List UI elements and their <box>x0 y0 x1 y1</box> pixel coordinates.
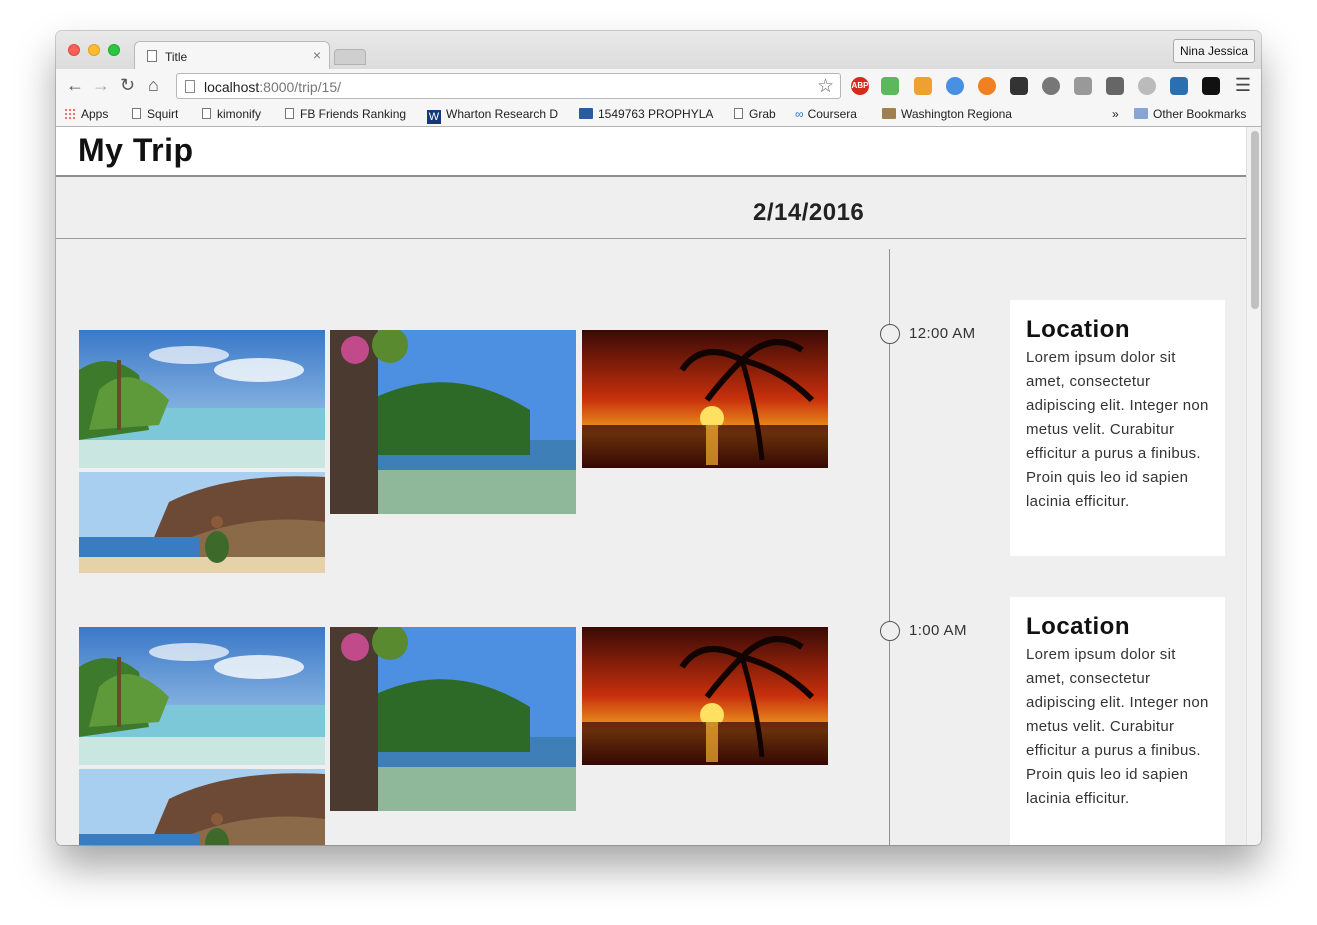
coursera-icon: ∞ <box>795 107 804 121</box>
close-icon[interactable]: × <box>313 47 321 63</box>
extension-icon[interactable] <box>978 77 996 95</box>
page-icon <box>285 108 294 119</box>
home-icon[interactable]: ⌂ <box>148 75 159 95</box>
extension-icon[interactable] <box>1202 77 1220 95</box>
bookmark-star-icon[interactable]: ☆ <box>817 75 834 98</box>
tropical-coast-photo[interactable] <box>330 627 576 811</box>
tropical-coast-photo[interactable] <box>330 330 576 514</box>
page-icon <box>202 108 211 119</box>
stripes-icon <box>579 108 593 119</box>
forward-arrow-icon[interactable]: → <box>92 75 110 95</box>
location-title: Location <box>1026 316 1130 343</box>
close-window-button[interactable] <box>68 44 80 56</box>
bookmark-apps[interactable]: Apps <box>64 107 108 121</box>
page-icon <box>185 80 195 93</box>
bookmarks-bar: Apps Squirt kimonify FB Friends Ranking … <box>56 103 1261 127</box>
tab-title: Title <box>165 50 188 64</box>
beach-photo[interactable] <box>79 627 325 765</box>
washington-icon <box>882 108 896 119</box>
location-title: Location <box>1026 613 1130 640</box>
bookmark-item[interactable]: FB Friends Ranking <box>285 107 406 121</box>
bookmark-item[interactable]: kimonify <box>202 107 261 121</box>
bookmark-item[interactable]: 1549763 PROPHYLA <box>579 107 719 121</box>
hula-dancer-photo[interactable] <box>79 769 325 845</box>
browser-tab[interactable]: Title × <box>134 41 330 70</box>
bookmark-item[interactable]: ∞ Coursera <box>795 107 857 121</box>
sunset-palm-photo[interactable] <box>582 330 828 468</box>
extension-icon[interactable] <box>1010 77 1028 95</box>
trip-date: 2/14/2016 <box>753 199 865 226</box>
bookmark-item[interactable]: Washington Regiona <box>882 107 1018 121</box>
site-header: My Trip <box>56 127 1246 177</box>
adblock-icon[interactable]: ABP <box>851 77 869 95</box>
other-bookmarks-folder[interactable]: Other Bookmarks <box>1134 107 1246 121</box>
bookmark-item[interactable]: Squirt <box>132 107 178 121</box>
bookmark-item[interactable]: W Wharton Research D <box>427 107 567 124</box>
extension-icon[interactable] <box>914 77 932 95</box>
location-description: Lorem ipsum dolor sit amet, consectetur … <box>1026 646 1209 807</box>
browser-window: Title × Nina Jessica ← → ↻ ⌂ localhost:8… <box>56 31 1261 845</box>
bookmark-item[interactable]: Grab <box>734 107 776 121</box>
reload-icon[interactable]: ↻ <box>120 75 135 95</box>
browser-toolbar: ← → ↻ ⌂ localhost:8000/trip/15/ ☆ ABP ☰ <box>56 69 1261 103</box>
scroll-thumb[interactable] <box>1251 131 1259 309</box>
page-title: My Trip <box>78 132 194 168</box>
extension-icon[interactable] <box>881 77 899 95</box>
page-viewport: My Trip 2/14/2016 12:00 AM Location Lore… <box>56 127 1261 845</box>
entry-time: 1:00 AM <box>909 622 967 639</box>
entry-time: 12:00 AM <box>909 325 976 342</box>
timeline-node <box>880 324 900 344</box>
back-arrow-icon[interactable]: ← <box>66 75 84 95</box>
menu-icon[interactable]: ☰ <box>1235 75 1251 96</box>
extension-icon[interactable] <box>1074 77 1092 95</box>
page-icon <box>147 50 157 62</box>
address-bar[interactable]: localhost:8000/trip/15/ ☆ <box>176 73 841 99</box>
page-icon <box>734 108 743 119</box>
page-scrollbar[interactable] <box>1246 127 1261 845</box>
cast-icon[interactable] <box>1106 77 1124 95</box>
zoom-window-button[interactable] <box>108 44 120 56</box>
timeline-node <box>880 621 900 641</box>
hula-dancer-photo[interactable] <box>79 472 325 573</box>
new-tab-button[interactable] <box>334 49 366 65</box>
location-card[interactable]: Location Lorem ipsum dolor sit amet, con… <box>1010 300 1225 556</box>
extension-icon[interactable] <box>946 77 964 95</box>
apps-grid-icon <box>64 108 75 119</box>
extension-icon[interactable] <box>1042 77 1060 95</box>
sunset-palm-photo[interactable] <box>582 627 828 765</box>
location-card[interactable]: Location Lorem ipsum dolor sit amet, con… <box>1010 597 1225 845</box>
wharton-icon: W <box>427 110 441 124</box>
profile-button[interactable]: Nina Jessica <box>1172 39 1255 63</box>
folder-icon <box>1134 108 1148 119</box>
beach-photo[interactable] <box>79 330 325 468</box>
bookmarks-overflow-button[interactable]: » <box>1112 107 1119 121</box>
title-bar: Title × Nina Jessica <box>56 31 1261 70</box>
minimize-window-button[interactable] <box>88 44 100 56</box>
location-description: Lorem ipsum dolor sit amet, consectetur … <box>1026 349 1209 510</box>
date-bar: 2/14/2016 <box>56 179 1246 239</box>
page-icon <box>132 108 141 119</box>
url-text: localhost:8000/trip/15/ <box>204 79 341 95</box>
extension-icon[interactable] <box>1138 77 1156 95</box>
extension-icon[interactable] <box>1170 77 1188 95</box>
